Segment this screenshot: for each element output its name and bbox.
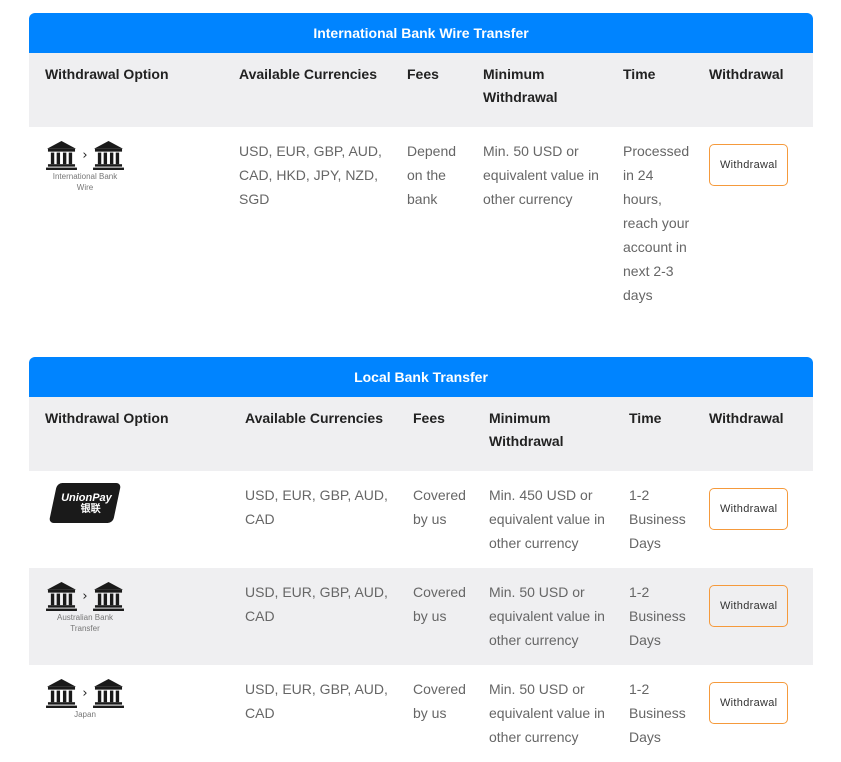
fees-cell: Covered by us: [413, 487, 466, 527]
fees-cell: Depend on the bank: [407, 143, 457, 207]
col-header-minimum: Minimum Withdrawal: [475, 53, 615, 127]
withdrawal-table: Withdrawal Option Available Currencies F…: [29, 397, 813, 762]
table-header-row: Withdrawal Option Available Currencies F…: [29, 397, 813, 471]
option-caption: International Bank Wire: [52, 172, 118, 192]
table-header-row: Withdrawal Option Available Currencies F…: [29, 53, 813, 127]
section-title: International Bank Wire Transfer: [29, 13, 813, 53]
bank-icon: [93, 141, 124, 170]
time-cell: 1-2 Business Days: [629, 681, 686, 745]
section-title: Local Bank Transfer: [29, 357, 813, 397]
bank-to-bank-icon: ›: [46, 679, 123, 708]
action-cell: Withdrawal: [701, 665, 813, 762]
col-header-option: Withdrawal Option: [29, 397, 237, 471]
time-cell: Processed in 24 hours, reach your accoun…: [623, 143, 690, 303]
minimum-cell: Min. 50 USD or equivalent value in other…: [483, 143, 599, 207]
col-header-currencies: Available Currencies: [237, 397, 405, 471]
fees-cell: Covered by us: [405, 568, 481, 665]
col-header-withdrawal: Withdrawal: [701, 397, 813, 471]
bank-icon: [46, 141, 77, 170]
local-bank-section: Local Bank Transfer Withdrawal Option Av…: [29, 357, 813, 762]
table-row: › International Bank Wire USD, EUR, GBP,…: [29, 127, 813, 320]
currencies-cell: USD, EUR, GBP, AUD, CAD: [245, 681, 388, 721]
withdrawal-button[interactable]: Withdrawal: [709, 585, 789, 627]
unionpay-logo: UnionPay 银联: [48, 483, 122, 523]
table-row: › Australian Bank Transfer USD, EUR, GBP…: [29, 568, 813, 665]
bank-icon: [46, 582, 77, 611]
action-cell: Withdrawal: [701, 568, 813, 665]
col-header-time: Time: [615, 53, 701, 127]
bank-icon: [46, 679, 77, 708]
option-caption: Japan: [74, 710, 96, 719]
minimum-cell: Min. 50 USD or equivalent value in other…: [489, 681, 605, 745]
option-cell: › Japan: [29, 665, 237, 762]
fees-cell: Covered by us: [413, 681, 466, 721]
action-cell: Withdrawal: [701, 127, 813, 320]
bank-to-bank-icon: ›: [46, 582, 123, 611]
table-row: › Japan USD, EUR, GBP, AUD, CAD Covered …: [29, 665, 813, 762]
withdrawal-button[interactable]: Withdrawal: [709, 144, 789, 186]
col-header-minimum: Minimum Withdrawal: [481, 397, 621, 471]
currencies-cell: USD, EUR, GBP, AUD, CAD: [237, 568, 405, 665]
col-header-fees: Fees: [399, 53, 475, 127]
col-header-withdrawal: Withdrawal: [701, 53, 813, 127]
option-cell: UnionPay 银联: [29, 471, 237, 568]
bank-to-bank-icon: ›: [46, 141, 123, 170]
bank-icon: [93, 582, 124, 611]
time-cell: 1-2 Business Days: [621, 568, 701, 665]
international-wire-section: International Bank Wire Transfer Withdra…: [29, 13, 813, 320]
option-cell: › International Bank Wire: [29, 127, 231, 320]
minimum-cell: Min. 450 USD or equivalent value in othe…: [489, 487, 605, 551]
col-header-option: Withdrawal Option: [29, 53, 231, 127]
time-cell: 1-2 Business Days: [629, 487, 686, 551]
option-caption: Australian Bank Transfer: [56, 613, 114, 633]
table-row: UnionPay 银联 USD, EUR, GBP, AUD, CAD Cove…: [29, 471, 813, 568]
chevron-right-icon: ›: [82, 685, 88, 701]
withdrawal-button[interactable]: Withdrawal: [709, 488, 789, 530]
chevron-right-icon: ›: [82, 588, 88, 604]
currencies-cell: USD, EUR, GBP, AUD, CAD: [245, 487, 388, 527]
chevron-right-icon: ›: [82, 147, 88, 163]
withdrawal-table: Withdrawal Option Available Currencies F…: [29, 53, 813, 320]
col-header-currencies: Available Currencies: [231, 53, 399, 127]
minimum-cell: Min. 50 USD or equivalent value in other…: [481, 568, 621, 665]
withdrawal-button[interactable]: Withdrawal: [709, 682, 789, 724]
option-cell: › Australian Bank Transfer: [29, 568, 237, 665]
col-header-fees: Fees: [405, 397, 481, 471]
currencies-cell: USD, EUR, GBP, AUD, CAD, HKD, JPY, NZD, …: [239, 143, 382, 207]
bank-icon: [93, 679, 124, 708]
col-header-time: Time: [621, 397, 701, 471]
action-cell: Withdrawal: [701, 471, 813, 568]
